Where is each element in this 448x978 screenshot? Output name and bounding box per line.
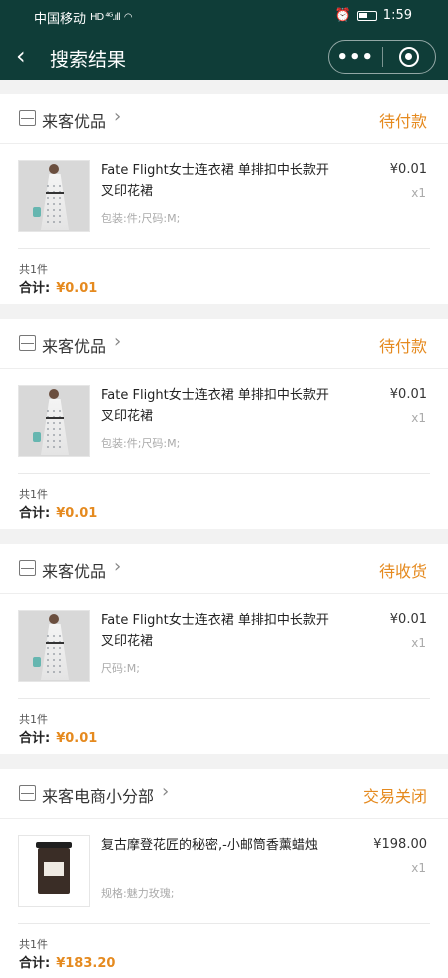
- order-card[interactable]: 来客电商小分部 › 交易关闭 复古摩登花匠的秘密,-小邮筒香薰蜡烛 规格:魅力玫…: [0, 769, 448, 978]
- product-spec: 包装:件;尺码:M;: [101, 212, 181, 225]
- total-label: 合计:: [19, 281, 51, 296]
- item-count: 共1件: [19, 488, 48, 501]
- item-count: 共1件: [19, 713, 48, 726]
- product-quantity: x1: [411, 411, 426, 425]
- divider: [18, 473, 430, 474]
- chevron-right-icon[interactable]: ›: [162, 781, 169, 802]
- product-price: ¥198.00: [373, 837, 427, 852]
- product-quantity: x1: [411, 186, 426, 200]
- nav-bar: ‹ 搜索结果 •••: [0, 34, 448, 80]
- shop-icon: [19, 560, 36, 576]
- battery-icon: [356, 10, 377, 21]
- product-price: ¥0.01: [389, 612, 427, 627]
- total-amount: ¥183.20: [56, 956, 116, 971]
- shop-icon: [19, 110, 36, 126]
- product-spec: 规格:魅力玫瑰;: [101, 887, 175, 900]
- product-spec: 尺码:M;: [101, 662, 140, 675]
- dress-photo: [19, 386, 89, 456]
- item-count: 共1件: [19, 938, 48, 951]
- order-header: 来客电商小分部 › 交易关闭: [0, 769, 448, 819]
- order-status: 交易关闭: [362, 787, 427, 806]
- order-total: 合计: ¥0.01: [19, 277, 97, 296]
- product-price: ¥0.01: [389, 162, 427, 177]
- divider: [18, 923, 430, 924]
- product-title[interactable]: Fate Flight女士连衣裙 单排扣中长款开叉印花裙: [101, 385, 341, 427]
- total-amount: ¥0.01: [56, 731, 98, 746]
- shop-name[interactable]: 来客电商小分部: [42, 783, 154, 807]
- close-button[interactable]: [382, 47, 435, 67]
- order-status: 待收货: [378, 562, 427, 581]
- order-status: 待付款: [378, 337, 427, 356]
- wifi-icon: ◠: [123, 12, 133, 23]
- order-list: 来客优品 › 待付款 Fate Flight女士连衣裙 单排扣中长款开叉印花裙 …: [0, 94, 448, 978]
- product-quantity: x1: [411, 636, 426, 650]
- status-bar: 中国移动 HD ⁴ᴳ.ıll ◠ ⏰ 1:59: [0, 0, 448, 34]
- status-time: 1:59: [382, 8, 412, 23]
- product-title[interactable]: Fate Flight女士连衣裙 单排扣中长款开叉印花裙: [101, 610, 341, 652]
- alarm-icon: ⏰: [334, 8, 351, 23]
- shop-name[interactable]: 来客优品: [42, 108, 106, 132]
- page-title: 搜索结果: [50, 49, 127, 71]
- total-label: 合计:: [19, 506, 51, 521]
- back-icon[interactable]: ‹: [16, 42, 36, 70]
- candle-photo: [36, 842, 72, 894]
- mini-program-capsule: •••: [328, 40, 436, 74]
- order-header: 来客优品 › 待付款: [0, 319, 448, 369]
- product-title[interactable]: 复古摩登花匠的秘密,-小邮筒香薰蜡烛: [101, 835, 341, 856]
- order-total: 合计: ¥0.01: [19, 727, 97, 746]
- shop-name[interactable]: 来客优品: [42, 333, 106, 357]
- dress-photo: [19, 161, 89, 231]
- more-button[interactable]: •••: [329, 47, 382, 68]
- dress-photo: [19, 611, 89, 681]
- status-left: 中国移动 HD ⁴ᴳ.ıll ◠: [34, 8, 133, 27]
- total-amount: ¥0.01: [56, 281, 98, 296]
- product-image[interactable]: [18, 160, 90, 232]
- divider: [18, 248, 430, 249]
- divider: [18, 698, 430, 699]
- order-card[interactable]: 来客优品 › 待收货 Fate Flight女士连衣裙 单排扣中长款开叉印花裙 …: [0, 544, 448, 754]
- shop-icon: [19, 785, 36, 801]
- chevron-right-icon[interactable]: ›: [114, 106, 121, 127]
- product-image[interactable]: [18, 835, 90, 907]
- product-price: ¥0.01: [389, 387, 427, 402]
- order-card[interactable]: 来客优品 › 待付款 Fate Flight女士连衣裙 单排扣中长款开叉印花裙 …: [0, 319, 448, 529]
- total-amount: ¥0.01: [56, 506, 98, 521]
- total-label: 合计:: [19, 956, 51, 971]
- total-label: 合计:: [19, 731, 51, 746]
- close-circle-icon: [398, 47, 419, 67]
- product-image[interactable]: [18, 385, 90, 457]
- order-header: 来客优品 › 待付款: [0, 94, 448, 144]
- chevron-right-icon[interactable]: ›: [114, 556, 121, 577]
- product-spec: 包装:件;尺码:M;: [101, 437, 181, 450]
- product-image[interactable]: [18, 610, 90, 682]
- order-card[interactable]: 来客优品 › 待付款 Fate Flight女士连衣裙 单排扣中长款开叉印花裙 …: [0, 94, 448, 304]
- signal-icon: HD ⁴ᴳ.ıll: [90, 12, 121, 23]
- order-total: 合计: ¥183.20: [19, 952, 115, 971]
- order-header: 来客优品 › 待收货: [0, 544, 448, 594]
- product-quantity: x1: [411, 861, 426, 875]
- shop-icon: [19, 335, 36, 351]
- order-total: 合计: ¥0.01: [19, 502, 97, 521]
- status-right: ⏰ 1:59: [335, 8, 412, 23]
- carrier-label: 中国移动: [34, 12, 87, 27]
- item-count: 共1件: [19, 263, 48, 276]
- chevron-right-icon[interactable]: ›: [114, 331, 121, 352]
- product-title[interactable]: Fate Flight女士连衣裙 单排扣中长款开叉印花裙: [101, 160, 341, 202]
- order-status: 待付款: [378, 112, 427, 131]
- shop-name[interactable]: 来客优品: [42, 558, 106, 582]
